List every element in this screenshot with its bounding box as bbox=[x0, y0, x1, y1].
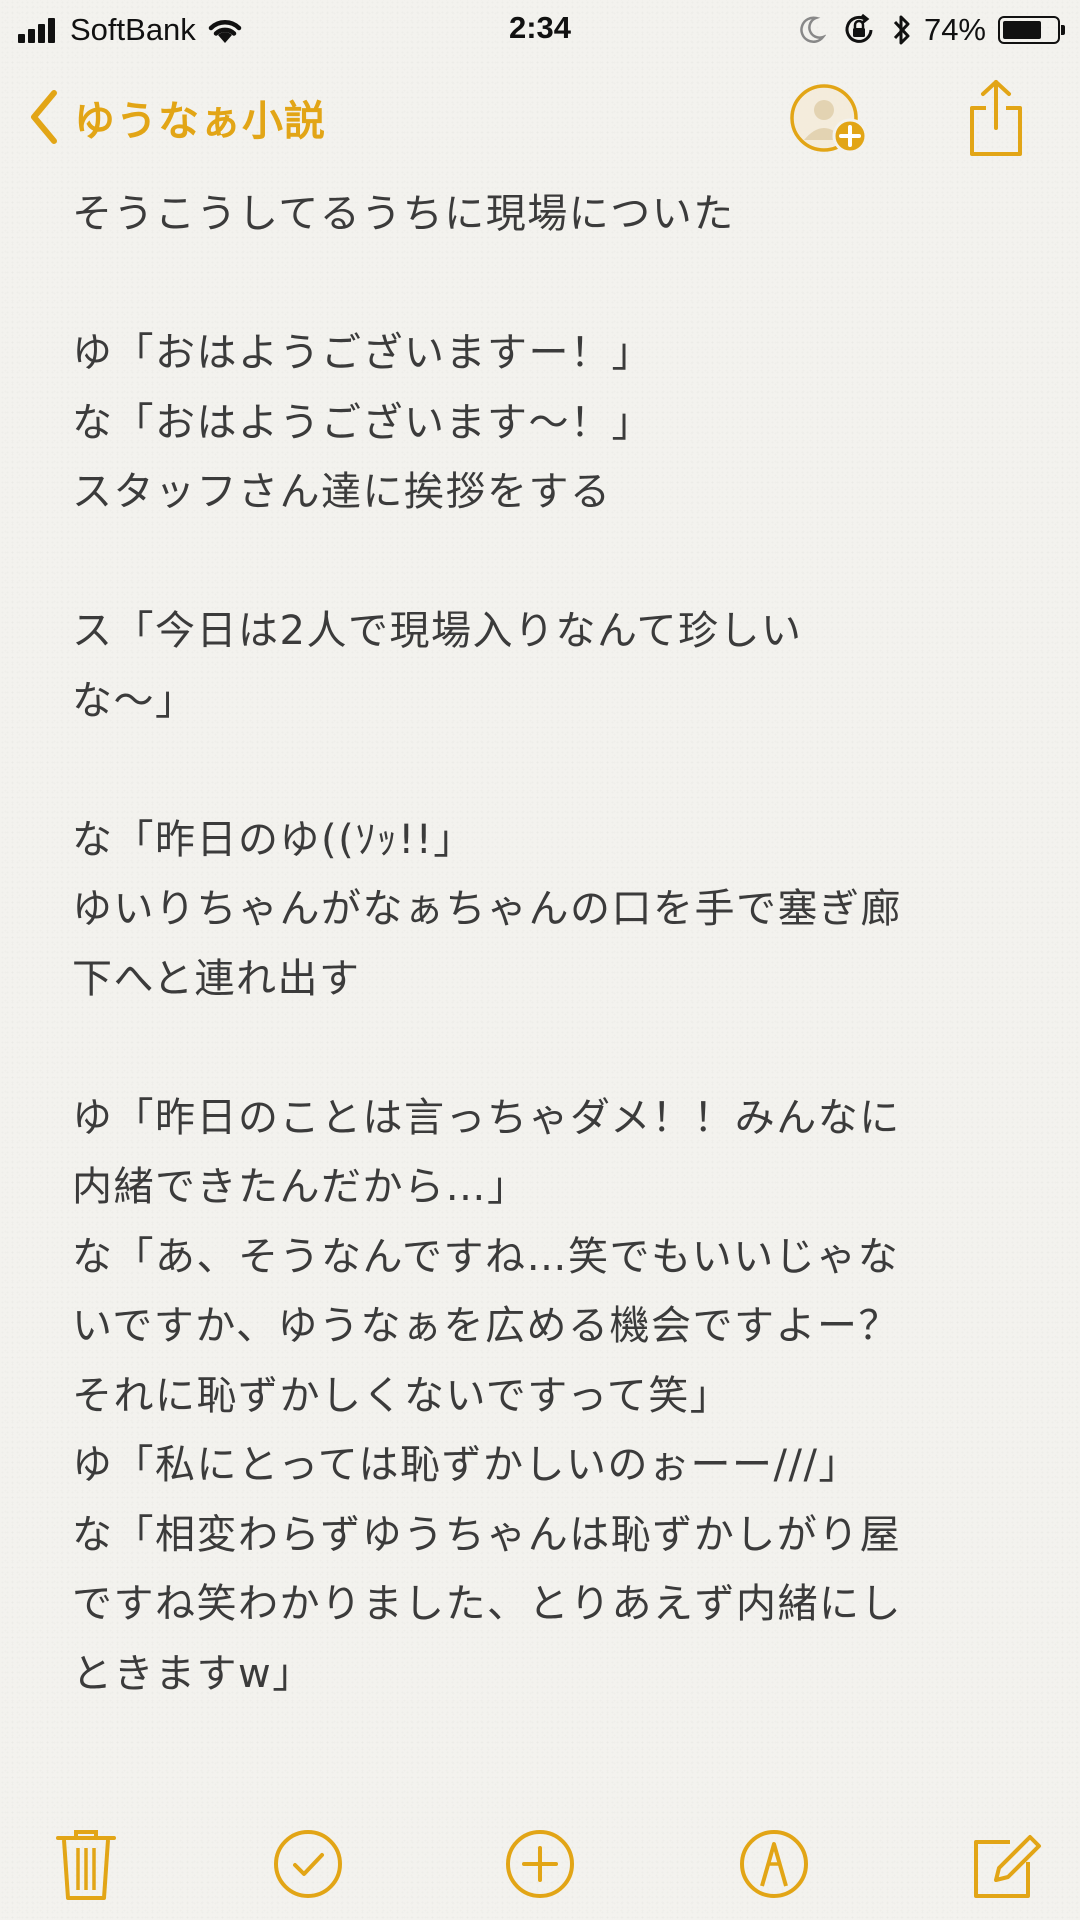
note-line: スタッフさん達に挨拶をする bbox=[72, 469, 612, 515]
checklist-button[interactable] bbox=[268, 1824, 348, 1904]
share-icon bbox=[970, 80, 1022, 156]
markup-icon bbox=[740, 1830, 808, 1898]
note-line bbox=[72, 1014, 1012, 1084]
nav-bar: ゆうなぁ小説 bbox=[0, 60, 1080, 178]
bluetooth-icon bbox=[893, 15, 910, 45]
bottom-toolbar bbox=[0, 1820, 1080, 1920]
note-line: ゆ「私にとっては恥ずかしいのぉーー///」 bbox=[72, 1442, 860, 1488]
note-body[interactable]: そうこうしてるうちに現場についた ゆ「おはようございますー！」 な「おはようございま… bbox=[72, 180, 1012, 1820]
delete-button[interactable] bbox=[46, 1824, 126, 1904]
compose-icon bbox=[974, 1835, 1041, 1898]
back-button[interactable]: ゆうなぁ小説 bbox=[28, 82, 326, 152]
status-bar: SoftBank 2:34 74% bbox=[0, 0, 1080, 60]
note-line: ですね笑わかりました、とりあえず内緒にし bbox=[72, 1581, 902, 1627]
note-line: ゆ「昨日のことは言っちゃダメ！！みんなに bbox=[72, 1094, 901, 1141]
note-line: な「おはようございます〜！」 bbox=[72, 399, 653, 446]
note-line bbox=[72, 736, 1012, 806]
battery-icon bbox=[998, 16, 1065, 44]
note-line bbox=[72, 250, 1012, 320]
note-line: ときますw」 bbox=[72, 1650, 314, 1697]
note-line: な「相変わらずゆうちゃんは恥ずかしがり屋 bbox=[72, 1511, 902, 1558]
battery-level bbox=[1003, 21, 1042, 39]
back-label: ゆうなぁ小説 bbox=[74, 97, 326, 145]
note-line: な「昨日のゆ((ｿｯ!!」 bbox=[72, 816, 475, 863]
share-button[interactable] bbox=[964, 78, 1028, 160]
note-line: な〜」 bbox=[72, 677, 197, 724]
chevron-left-icon bbox=[31, 90, 57, 144]
add-person-icon bbox=[790, 84, 868, 154]
orientation-lock-icon bbox=[845, 13, 873, 43]
compose-button[interactable] bbox=[966, 1824, 1046, 1904]
add-icon bbox=[506, 1830, 574, 1898]
note-line bbox=[72, 528, 1012, 598]
note-line: な「あ、そうなんですね…笑でもいいじゃな bbox=[72, 1233, 900, 1280]
markup-button[interactable] bbox=[734, 1824, 814, 1904]
note-line: 下へと連れ出す bbox=[72, 955, 361, 1002]
status-right: 74% bbox=[798, 8, 1065, 52]
trash-icon bbox=[56, 1830, 116, 1900]
note-line: それに恥ずかしくないですって笑」 bbox=[72, 1372, 732, 1419]
add-person-button[interactable] bbox=[788, 82, 870, 158]
moon-icon bbox=[800, 16, 826, 43]
checklist-icon bbox=[274, 1830, 342, 1898]
note-line: いですか、ゆうなぁを広める機会ですよー？ bbox=[72, 1303, 900, 1349]
note-line: 内緒できたんだから…」 bbox=[72, 1164, 529, 1210]
note-line: ス「今日は2人で現場入りなんて珍しい bbox=[72, 608, 803, 654]
battery-percentage: 74% bbox=[923, 12, 986, 47]
note-line: ゆいりちゃんがなぁちゃんの口を手で塞ぎ廊 bbox=[72, 886, 902, 932]
note-line: ゆ「おはようございますー！」 bbox=[72, 330, 653, 376]
add-button[interactable] bbox=[500, 1824, 580, 1904]
note-line: そうこうしてるうちに現場についた bbox=[72, 191, 735, 237]
